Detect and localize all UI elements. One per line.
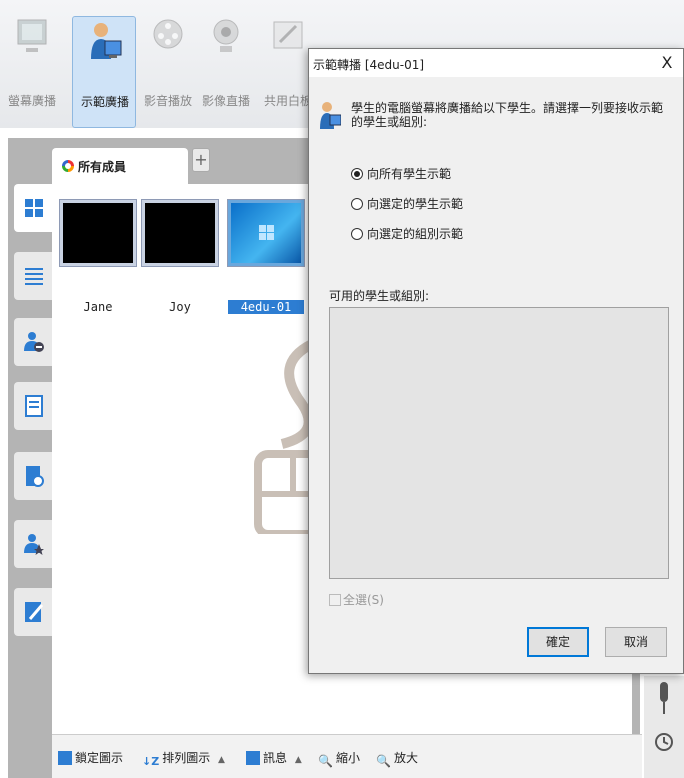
- available-list[interactable]: [329, 307, 669, 579]
- lock-icons-label: 鎖定圖示: [75, 751, 124, 765]
- lock-grid-icon: [58, 751, 72, 765]
- close-button[interactable]: X: [657, 51, 677, 75]
- thumbnail-view-button[interactable]: [14, 184, 54, 232]
- file-clock-button[interactable]: [14, 452, 52, 500]
- screen-broadcast-button[interactable]: 螢幕廣播: [0, 12, 64, 124]
- info-icon: [246, 751, 260, 765]
- sort-icons-button[interactable]: ↓Z 排列圖示 ▲: [142, 749, 225, 769]
- film-reel-icon: [153, 19, 183, 49]
- microphone-icon: [660, 682, 668, 714]
- media-playback-button[interactable]: 影音播放: [136, 12, 200, 124]
- right-side-strip: [644, 676, 684, 778]
- radio-all-students[interactable]: 向所有學生示範: [351, 165, 451, 182]
- thumbnail-view-icon: [25, 199, 43, 217]
- student-screen: [227, 199, 305, 267]
- teacher-demo-icon: [320, 102, 341, 129]
- radio-circle: [351, 198, 363, 210]
- video-live-label: 影像直播: [201, 94, 250, 108]
- cancel-button[interactable]: 取消: [605, 627, 667, 657]
- lock-icons-button[interactable]: 鎖定圖示: [58, 749, 123, 766]
- student-star-button[interactable]: [14, 520, 52, 568]
- video-live-button[interactable]: 影像直播: [194, 12, 258, 124]
- monitor-icon: [17, 19, 47, 52]
- list-view-icon: [25, 268, 43, 285]
- radio-all-students-label: 向所有學生示範: [367, 167, 452, 181]
- zoom-out-icon: 🔍: [318, 754, 333, 768]
- student-name: Jane: [83, 300, 113, 314]
- whiteboard-icon: [273, 21, 303, 49]
- radio-circle: [351, 168, 363, 180]
- file-clock-icon: [26, 466, 44, 487]
- student-thumbnail[interactable]: Joy: [141, 199, 219, 314]
- media-playback-label: 影音播放: [143, 94, 192, 108]
- info-button[interactable]: 訊息 ▲: [246, 749, 302, 766]
- sort-az-icon: ↓Z: [142, 755, 160, 768]
- windows-logo-icon: [259, 225, 274, 240]
- demo-broadcast-button[interactable]: 示範廣播: [72, 16, 136, 128]
- radio-circle: [351, 228, 363, 240]
- student-name: 4edu-01: [228, 300, 304, 314]
- dialog-titlebar: 示範轉播 [4edu-01] X: [309, 49, 683, 77]
- student-name: Joy: [169, 300, 191, 314]
- available-list-label: 可用的學生或組別:: [329, 289, 430, 303]
- radio-selected-students-label: 向選定的學生示範: [367, 197, 464, 211]
- clock-icon[interactable]: [654, 732, 674, 752]
- student-screen: [59, 199, 137, 267]
- zoom-out-label: 縮小: [335, 751, 360, 765]
- zoom-in-icon: 🔍: [376, 754, 391, 768]
- zoom-in-button[interactable]: 🔍 放大: [376, 749, 418, 768]
- radio-selected-groups[interactable]: 向選定的組別示範: [351, 225, 463, 242]
- bottom-toolbar: 鎖定圖示 ↓Z 排列圖示 ▲ 訊息 ▲ 🔍 縮小 🔍 放大: [52, 734, 642, 778]
- radio-selected-students[interactable]: 向選定的學生示範: [351, 195, 463, 212]
- student-screen: [141, 199, 219, 267]
- demo-relay-dialog: 示範轉播 [4edu-01] X 學生的電腦螢幕將廣播給以下學生。請選擇一列要接…: [308, 48, 684, 674]
- demo-broadcast-label: 示範廣播: [80, 95, 129, 109]
- info-label: 訊息: [263, 751, 288, 765]
- dialog-message: 學生的電腦螢幕將廣播給以下學生。請選擇一列要接收示範的學生或組別:: [351, 101, 664, 129]
- list-view-button[interactable]: [14, 252, 52, 300]
- select-all-checkbox[interactable]: 全選(S): [329, 591, 384, 608]
- select-all-label: 全選(S): [343, 593, 384, 607]
- tab-all-members-label: 所有成員: [78, 160, 127, 174]
- document-icon: [25, 395, 43, 417]
- info-dropdown-caret[interactable]: ▲: [295, 755, 302, 765]
- student-thumbnail[interactable]: Jane: [59, 199, 137, 314]
- radio-selected-groups-label: 向選定的組別示範: [367, 227, 464, 241]
- tab-all-members[interactable]: 所有成員: [52, 148, 188, 184]
- document-button[interactable]: [14, 382, 52, 430]
- screen-broadcast-label: 螢幕廣播: [7, 94, 56, 108]
- teacher-demo-icon: [91, 23, 122, 59]
- student-thumbnail-selected[interactable]: 4edu-01: [227, 199, 305, 314]
- sort-icons-label: 排列圖示: [162, 751, 211, 765]
- edit-pen-icon: [25, 602, 44, 622]
- checkbox-box: [329, 594, 341, 606]
- color-ring-icon: [62, 160, 74, 172]
- sort-dropdown-caret[interactable]: ▲: [218, 755, 225, 765]
- webcam-icon: [213, 19, 239, 52]
- ok-button[interactable]: 確定: [527, 627, 589, 657]
- add-tab-button[interactable]: +: [192, 148, 210, 172]
- dialog-title: 示範轉播 [4edu-01]: [313, 58, 425, 72]
- zoom-in-label: 放大: [393, 751, 418, 765]
- zoom-out-button[interactable]: 🔍 縮小: [318, 749, 360, 768]
- student-remove-button[interactable]: [14, 318, 52, 366]
- student-star-icon: [24, 534, 44, 555]
- student-remove-icon: [24, 332, 44, 352]
- edit-pen-button[interactable]: [14, 588, 52, 636]
